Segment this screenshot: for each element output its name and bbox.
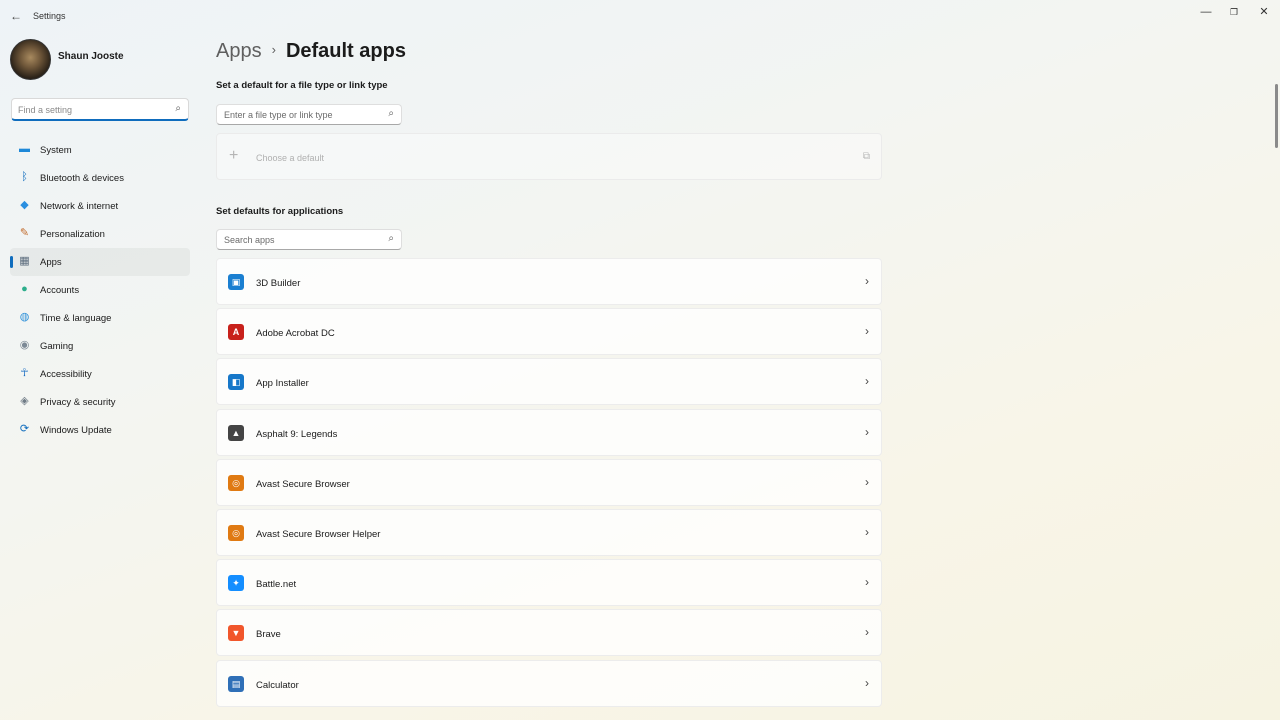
restore-button[interactable]: ❐ bbox=[1222, 4, 1246, 20]
shield-icon: ◈ bbox=[20, 395, 29, 407]
search-apps-input[interactable]: Search apps ⌕ bbox=[216, 229, 402, 250]
search-apps-placeholder: Search apps bbox=[224, 235, 275, 245]
file-type-search-input[interactable]: Enter a file type or link type ⌕ bbox=[216, 104, 402, 125]
find-setting-placeholder: Find a setting bbox=[18, 105, 73, 115]
page-title: Default apps bbox=[285, 40, 406, 62]
user-name: Shaun Jooste bbox=[58, 51, 124, 62]
calculator-icon: ▤ bbox=[228, 675, 244, 692]
monitor-icon: ▬ bbox=[19, 143, 30, 155]
app-row[interactable]: ◧ App Installer › bbox=[216, 358, 882, 406]
search-icon[interactable]: ⌕ bbox=[175, 103, 181, 114]
minimize-button[interactable]: — bbox=[1194, 4, 1218, 20]
plus-icon: + bbox=[229, 147, 239, 164]
app-name: Avast Secure Browser bbox=[256, 478, 350, 490]
apps-section-title: Set defaults for applications bbox=[216, 206, 344, 217]
sidebar-item-label: Privacy & security bbox=[40, 397, 116, 408]
sidebar-item-label: Bluetooth & devices bbox=[40, 173, 124, 184]
chevron-right-icon: › bbox=[865, 625, 869, 640]
close-button[interactable]: ✕ bbox=[1252, 4, 1276, 20]
person-icon: ● bbox=[21, 283, 28, 295]
avatar[interactable] bbox=[10, 39, 51, 80]
sidebar-item-label: Accounts bbox=[40, 285, 80, 296]
sidebar-item-label: Apps bbox=[40, 257, 62, 268]
avast-browser-icon: ◎ bbox=[228, 474, 244, 491]
find-setting-input[interactable]: Find a setting ⌕ bbox=[11, 98, 189, 121]
sidebar-item-label: Time & language bbox=[40, 313, 112, 324]
app-row[interactable]: ◎ Avast Secure Browser › bbox=[216, 458, 882, 506]
sidebar-nav: ▬ System ᛒ Bluetooth & devices ◆ Network & in… bbox=[10, 136, 190, 444]
sidebar-item-privacy-security[interactable]: ◈ Privacy & security bbox=[10, 388, 190, 416]
app-row[interactable]: ▲ Asphalt 9: Legends › bbox=[216, 408, 882, 456]
sidebar-item-label: Accessibility bbox=[40, 369, 92, 380]
gamepad-icon: ◉ bbox=[19, 339, 30, 351]
sidebar-item-personalization[interactable]: ✎ Personalization bbox=[10, 220, 190, 248]
title-bar: ← Settings — ❐ ✕ bbox=[0, 0, 1280, 34]
app-row[interactable]: ◎ Avast Secure Browser Helper › bbox=[216, 508, 882, 556]
file-type-section-title: Set a default for a file type or link ty… bbox=[216, 80, 388, 91]
choose-default-button[interactable]: + Choose a default ⧉ bbox=[216, 133, 882, 180]
search-icon[interactable]: ⌕ bbox=[388, 233, 394, 244]
chevron-right-icon: › bbox=[865, 374, 869, 389]
app-name: Battle.net bbox=[256, 579, 297, 591]
brush-icon: ✎ bbox=[19, 227, 30, 239]
update-icon: ⟳ bbox=[19, 423, 30, 435]
app-row[interactable]: ▤ Calculator › bbox=[216, 659, 882, 707]
app-name: Adobe Acrobat DC bbox=[256, 328, 335, 340]
chevron-right-icon: › bbox=[865, 675, 869, 690]
choose-default-label: Choose a default bbox=[256, 153, 325, 163]
app-row[interactable]: ▣ 3D Builder › bbox=[216, 258, 882, 305]
sidebar-item-apps[interactable]: ▦ Apps bbox=[10, 248, 190, 276]
apps-icon: ▦ bbox=[19, 255, 30, 267]
app-name: Brave bbox=[256, 629, 281, 641]
3d-builder-icon: ▣ bbox=[228, 274, 244, 290]
app-list: ▣ 3D Builder › A Adobe Acrobat DC › ◧ App Insta… bbox=[216, 258, 882, 710]
bluetooth-icon: ᛒ bbox=[21, 171, 28, 183]
asphalt-icon: ▲ bbox=[228, 424, 244, 441]
app-row[interactable]: A Adobe Acrobat DC › bbox=[216, 308, 882, 356]
app-installer-icon: ◧ bbox=[228, 374, 244, 391]
sidebar-item-system[interactable]: ▬ System bbox=[10, 136, 190, 164]
avast-helper-icon: ◎ bbox=[228, 524, 244, 541]
app-row[interactable]: ▼ Brave › bbox=[216, 609, 882, 657]
scrollbar-thumb[interactable] bbox=[1275, 84, 1278, 148]
chevron-right-icon: › bbox=[865, 524, 869, 539]
accessibility-icon: ☥ bbox=[20, 367, 29, 379]
breadcrumb-chevron-icon: › bbox=[271, 42, 276, 57]
brave-icon: ▼ bbox=[228, 625, 244, 642]
sidebar-item-label: Windows Update bbox=[40, 425, 112, 436]
wifi-icon: ◆ bbox=[20, 199, 29, 211]
breadcrumb-apps-link[interactable]: Apps bbox=[216, 40, 262, 62]
battlenet-icon: ✦ bbox=[228, 575, 244, 592]
sidebar-item-network-internet[interactable]: ◆ Network & internet bbox=[10, 192, 190, 220]
app-name: 3D Builder bbox=[256, 278, 301, 289]
sidebar-item-bluetooth-devices[interactable]: ᛒ Bluetooth & devices bbox=[10, 164, 190, 192]
sidebar-item-label: System bbox=[40, 145, 72, 156]
external-link-icon: ⧉ bbox=[862, 151, 870, 162]
chevron-right-icon: › bbox=[865, 575, 869, 590]
sidebar-item-label: Gaming bbox=[40, 341, 74, 352]
file-type-search-placeholder: Enter a file type or link type bbox=[224, 110, 333, 120]
sidebar-item-accessibility[interactable]: ☥ Accessibility bbox=[10, 360, 190, 388]
sidebar-item-label: Personalization bbox=[40, 229, 105, 240]
chevron-right-icon: › bbox=[865, 274, 869, 288]
sidebar-item-accounts[interactable]: ● Accounts bbox=[10, 276, 190, 304]
sidebar-item-label: Network & internet bbox=[40, 201, 119, 212]
app-name: App Installer bbox=[256, 378, 309, 390]
acrobat-icon: A bbox=[228, 324, 244, 341]
chevron-right-icon: › bbox=[865, 324, 869, 339]
sidebar-item-windows-update[interactable]: ⟳ Windows Update bbox=[10, 416, 190, 444]
search-icon[interactable]: ⌕ bbox=[388, 108, 394, 119]
sidebar-item-gaming[interactable]: ◉ Gaming bbox=[10, 332, 190, 360]
app-name: Calculator bbox=[256, 679, 299, 691]
sidebar-item-time-language[interactable]: ◍ Time & language bbox=[10, 304, 190, 332]
app-name: Asphalt 9: Legends bbox=[256, 428, 338, 440]
globe-clock-icon: ◍ bbox=[19, 311, 30, 323]
app-row[interactable]: ✦ Battle.net › bbox=[216, 559, 882, 607]
app-name: Avast Secure Browser Helper bbox=[256, 528, 381, 540]
chevron-right-icon: › bbox=[865, 474, 869, 489]
chevron-right-icon: › bbox=[865, 424, 869, 439]
app-title: Settings bbox=[33, 11, 66, 21]
back-button[interactable]: ← bbox=[8, 8, 24, 24]
breadcrumb: Apps › Default apps bbox=[216, 40, 406, 68]
